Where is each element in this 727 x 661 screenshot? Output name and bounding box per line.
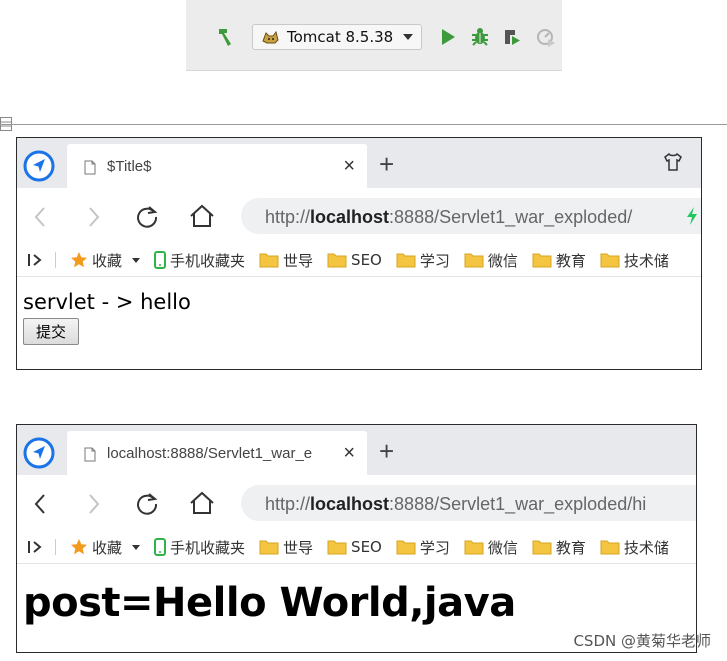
forward-arrow-icon[interactable] [87, 493, 101, 515]
reload-icon[interactable] [135, 491, 159, 515]
page-text: servlet - > hello [23, 290, 191, 314]
bookmarks-bar: 收藏 手机收藏夹 世导 SEO 学习 微信 教育 技术储 [17, 244, 701, 277]
address-bar[interactable]: http://localhost:8888/Servlet1_war_explo… [241, 485, 696, 521]
bookmark-folder-2[interactable]: SEO [327, 251, 382, 269]
folder-icon [327, 540, 347, 555]
forward-arrow-icon[interactable] [87, 206, 101, 228]
page-heading: post=Hello World,java [23, 580, 516, 626]
chevron-down-icon [132, 544, 141, 550]
folder-icon [464, 253, 484, 268]
bookmark-folder-4[interactable]: 微信 [464, 250, 518, 271]
build-hammer-icon[interactable] [216, 26, 236, 48]
bookmark-folder-5[interactable]: 教育 [532, 537, 586, 558]
tab-strip: $Title$ × + [17, 138, 701, 188]
separator-line [0, 124, 727, 125]
bookmark-divider [55, 539, 56, 555]
chevron-down-icon [132, 257, 141, 263]
folder-icon [532, 540, 552, 555]
url-text: http://localhost:8888/Servlet1_war_explo… [265, 494, 647, 514]
star-icon [71, 252, 87, 268]
debug-bug-icon[interactable] [470, 27, 490, 47]
run-icon[interactable] [438, 27, 458, 47]
folder-icon [464, 540, 484, 555]
bookmark-divider [55, 252, 56, 268]
new-tab-button[interactable]: + [379, 438, 394, 464]
home-icon[interactable] [189, 204, 215, 228]
bookmark-folder-1[interactable]: 世导 [259, 537, 313, 558]
profile-icon[interactable] [536, 27, 556, 47]
tab-title: $Title$ [107, 158, 152, 175]
folder-icon [532, 253, 552, 268]
navigation-bar: http://localhost:8888/Servlet1_war_explo… [17, 188, 701, 244]
folder-icon [600, 253, 620, 268]
sidebar-toggle-icon[interactable] [27, 252, 45, 268]
folder-icon [327, 253, 347, 268]
browser-logo-icon[interactable] [23, 437, 55, 469]
page-icon [84, 447, 96, 462]
tomcat-icon [262, 30, 279, 44]
watermark: CSDN @黄菊华老师 [573, 632, 711, 650]
bookmarks-bar: 收藏 手机收藏夹 世导 SEO 学习 微信 教育 技术储 [17, 531, 696, 564]
reload-icon[interactable] [135, 204, 159, 228]
star-icon [71, 539, 87, 555]
mobile-phone-icon [154, 538, 167, 556]
run-configuration-label: Tomcat 8.5.38 [287, 28, 394, 46]
bookmark-folder-3[interactable]: 学习 [396, 250, 450, 271]
tab-active[interactable]: $Title$ × [67, 144, 367, 188]
address-bar[interactable]: http://localhost:8888/Servlet1_war_explo… [241, 198, 701, 234]
url-text: http://localhost:8888/Servlet1_war_explo… [265, 207, 633, 227]
bookmark-folder-6[interactable]: 技术储 [600, 537, 669, 558]
page-icon [84, 160, 96, 175]
close-icon[interactable]: × [343, 156, 355, 176]
ide-toolbar: Tomcat 8.5.38 [186, 0, 562, 71]
home-icon[interactable] [189, 491, 215, 515]
bookmark-folder-4[interactable]: 微信 [464, 537, 518, 558]
bookmark-folder-6[interactable]: 技术储 [600, 250, 669, 271]
folder-icon [396, 540, 416, 555]
mobile-phone-icon [154, 251, 167, 269]
bookmark-mobile[interactable]: 手机收藏夹 [154, 537, 245, 558]
close-icon[interactable]: × [343, 443, 355, 463]
sidebar-toggle-icon[interactable] [27, 539, 45, 555]
browser-window-result: localhost:8888/Servlet1_war_e × + http:/… [16, 424, 697, 653]
bookmark-folder-2[interactable]: SEO [327, 538, 382, 556]
bookmark-folder-1[interactable]: 世导 [259, 250, 313, 271]
run-configuration-select[interactable]: Tomcat 8.5.38 [252, 24, 422, 50]
tab-title: localhost:8888/Servlet1_war_e [107, 445, 313, 462]
bookmark-favorites[interactable]: 收藏 [70, 537, 141, 558]
folder-icon [600, 540, 620, 555]
tab-strip: localhost:8888/Servlet1_war_e × + [17, 425, 696, 475]
tab-active[interactable]: localhost:8888/Servlet1_war_e × [67, 431, 367, 475]
page-content: servlet - > hello 提交 [17, 277, 701, 369]
folder-icon [259, 540, 279, 555]
bookmark-folder-3[interactable]: 学习 [396, 537, 450, 558]
chevron-down-icon [403, 34, 413, 40]
folder-icon [259, 253, 279, 268]
bookmark-favorites[interactable]: 收藏 [70, 250, 141, 271]
bookmark-mobile[interactable]: 手机收藏夹 [154, 250, 245, 271]
back-arrow-icon[interactable] [33, 493, 47, 515]
new-tab-button[interactable]: + [379, 151, 394, 177]
back-arrow-icon[interactable] [33, 206, 47, 228]
browser-logo-icon[interactable] [23, 150, 55, 182]
bookmark-folder-5[interactable]: 教育 [532, 250, 586, 271]
folder-icon [396, 253, 416, 268]
run-with-coverage-icon[interactable] [502, 27, 522, 47]
lightning-icon[interactable] [685, 207, 699, 225]
submit-button[interactable]: 提交 [23, 318, 79, 345]
browser-window-form: $Title$ × + http://localhost:8888/Servle… [16, 137, 702, 370]
skin-shirt-icon[interactable] [663, 152, 683, 172]
navigation-bar: http://localhost:8888/Servlet1_war_explo… [17, 475, 696, 531]
